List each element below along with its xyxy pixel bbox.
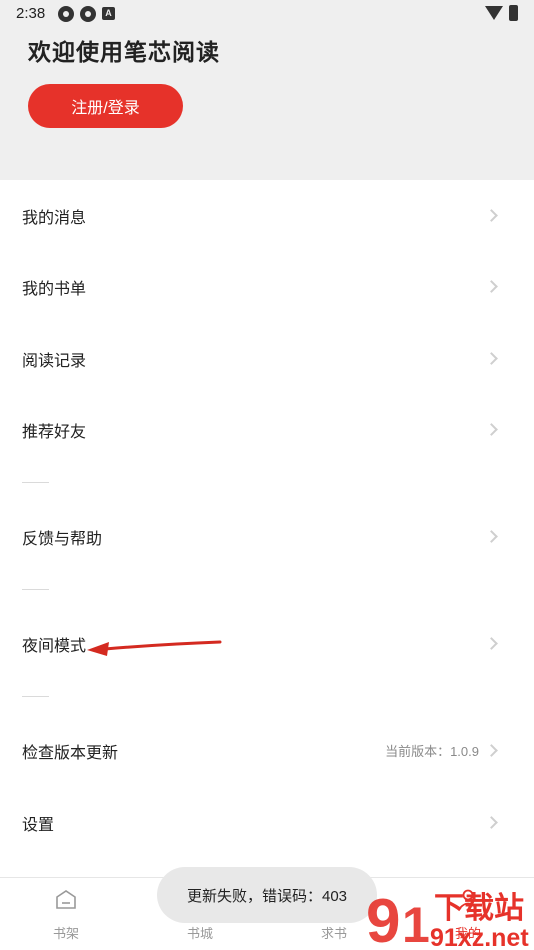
chevron-right-icon [485, 816, 498, 829]
menu-item-label: 设置 [22, 816, 55, 834]
svg-text:1: 1 [402, 897, 430, 950]
bookshelf-icon [56, 890, 76, 909]
version-text: 当前版本：1.0.9 [385, 744, 479, 759]
menu-item-settings[interactable]: 设置 [0, 787, 534, 858]
divider [22, 482, 49, 483]
divider [22, 696, 49, 697]
site-watermark-logo: 9 1 下载站 91xz.net [366, 887, 529, 950]
tab-label: 书架 [52, 926, 79, 941]
chevron-right-icon [485, 280, 498, 293]
chevron-right-icon [485, 637, 498, 650]
toast-text: 更新失败，错误码：403 [186, 887, 348, 905]
battery-icon [509, 5, 518, 21]
menu-item-reading-history[interactable]: 阅读记录 [0, 323, 534, 394]
menu-item-label: 我的消息 [22, 209, 87, 227]
wifi-icon [485, 6, 503, 20]
tab-label: 求书 [320, 926, 347, 941]
menu-item-label: 夜间模式 [22, 637, 87, 655]
watermark-title: 下载站 [434, 891, 524, 926]
menu-item-label: 我的书单 [22, 280, 87, 298]
menu-item-feedback[interactable]: 反馈与帮助 [0, 501, 534, 572]
menu-item-messages[interactable]: 我的消息 [0, 180, 534, 251]
a-icon: A [102, 7, 115, 20]
annotation-arrow [87, 640, 222, 656]
gear-icon [80, 6, 96, 22]
welcome-title: 欢迎使用笔芯阅读 [28, 39, 220, 65]
chevron-right-icon [485, 530, 498, 543]
svg-text:9: 9 [366, 887, 400, 950]
chevron-right-icon [485, 209, 498, 222]
profile-header: 2:38 A 欢迎使用笔芯阅读 注册/登录 [0, 0, 534, 180]
gear-icon [58, 6, 74, 22]
menu-item-label: 阅读记录 [22, 352, 87, 370]
tab-bookshelf[interactable]: 书架 [21, 878, 111, 950]
menu-item-recommend-friends[interactable]: 推荐好友 [0, 394, 534, 465]
chevron-right-icon [485, 352, 498, 365]
watermark-url: 91xz.net [430, 924, 529, 950]
error-toast: 更新失败，错误码：403 [157, 867, 377, 923]
tab-label: 书城 [186, 926, 213, 941]
menu-item-night-mode[interactable]: 夜间模式 [0, 608, 534, 679]
chevron-right-icon [485, 423, 498, 436]
menu-item-label: 推荐好友 [22, 423, 87, 441]
menu-item-label: 检查版本更新 [22, 744, 119, 762]
status-bar: 2:38 A [0, 0, 534, 28]
menu-item-label: 反馈与帮助 [22, 530, 103, 548]
status-time: 2:38 [16, 5, 46, 22]
menu-item-check-update[interactable]: 检查版本更新 当前版本：1.0.9 [0, 715, 534, 786]
chevron-right-icon [485, 744, 498, 757]
divider [22, 589, 49, 590]
register-login-button[interactable]: 注册/登录 [28, 84, 183, 128]
menu-item-booklist[interactable]: 我的书单 [0, 251, 534, 322]
